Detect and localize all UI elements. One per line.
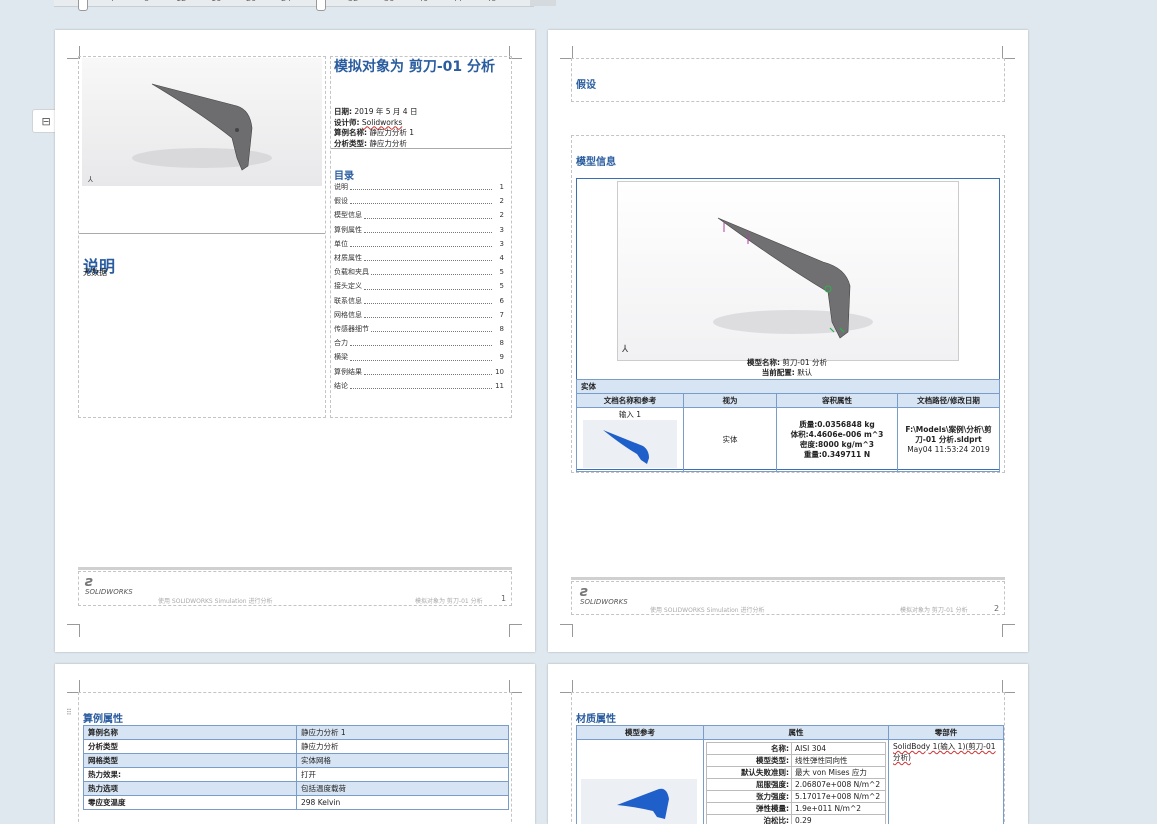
move-handle-icon[interactable]: ⠿ <box>66 708 72 717</box>
treat-as-cell: 实体 <box>684 408 777 472</box>
meta-block: 日期: 2019 年 5 月 4 日 设计师: Solidworks 算例名称:… <box>334 107 417 149</box>
table-row: 热力选项包括温度载荷 <box>84 782 509 796</box>
ruler-mark: 20 <box>246 0 256 3</box>
column-header: 属性 <box>704 726 889 740</box>
column-header: 模型参考 <box>577 726 704 740</box>
page-number: 2 <box>994 604 999 613</box>
model-caption: 模型名称: 剪刀-01 分析 当前配置: 默认 <box>576 358 998 378</box>
solidworks-logo: ƨSOLIDWORKS <box>580 586 628 606</box>
ruler-mark: 16 <box>211 0 221 3</box>
material-table: 模型参考 属性 零部件 名称:AISI 304 模型类型:线性弹性同向性 默认失… <box>576 725 1004 824</box>
doc-cell: 输入 1 <box>577 408 684 472</box>
model-info-title: 模型信息 <box>576 153 616 168</box>
assumptions-title: 假设 <box>576 76 596 91</box>
meta-row: 日期: 2019 年 5 月 4 日 <box>334 107 417 118</box>
ruler-end <box>530 0 556 6</box>
footer-right-text: 模拟对象为 剪刀-01 分析 <box>415 596 483 605</box>
page-title: 模拟对象为 剪刀-01 分析 <box>334 58 504 77</box>
toc-item[interactable]: 横梁9 <box>334 350 504 364</box>
study-props-table: 算例名称静应力分析 1 分析类型静应力分析 网格类型实体网格 热力效果:打开 热… <box>83 725 509 810</box>
description-text: 无数据 <box>83 267 107 278</box>
model-image: ⅄ <box>82 58 322 186</box>
component-cell: SolidBody 1(输入 1)(剪刀-01 分析) <box>889 740 1004 824</box>
toc-item[interactable]: 负载和夹具5 <box>334 265 504 279</box>
footer-rule <box>78 567 512 570</box>
toc-item[interactable]: 传感器细节8 <box>334 322 504 336</box>
model-image: ⅄ <box>617 181 959 361</box>
left-indent-marker[interactable] <box>78 0 88 11</box>
margin-corner <box>1002 624 1015 637</box>
toc-item[interactable]: 算例结果10 <box>334 365 504 379</box>
toc-item[interactable]: 模型信息2 <box>334 208 504 222</box>
column-header: 文档名称和参考 <box>577 394 684 408</box>
layout-icon: ⊟ <box>42 115 51 128</box>
ruler-mark: 48 <box>486 0 496 3</box>
svg-text:⅄: ⅄ <box>87 175 93 184</box>
page-1[interactable]: ⅄ 说明 无数据 模拟对象为 剪刀-01 分析 日期: 2019 年 5 月 4… <box>55 30 535 652</box>
footer-text: 使用 SOLIDWORKS Simulation 进行分析 <box>650 605 765 614</box>
ruler-mark: 40 <box>418 0 428 3</box>
page-2[interactable]: 假设 模型信息 ⅄ 模型名称: 剪刀-01 分析 当前配置: 默认 实体 文档名… <box>548 30 1028 652</box>
toc-item[interactable]: 算例属性3 <box>334 223 504 237</box>
toc-item[interactable]: 单位3 <box>334 237 504 251</box>
ruler-mark: 4 <box>109 0 114 3</box>
column-header: 文档路径/修改日期 <box>898 394 1000 408</box>
toc-item[interactable]: 网格信息7 <box>334 308 504 322</box>
table-row: 零应变温度298 Kelvin <box>84 796 509 810</box>
toc-item[interactable]: 接头定义5 <box>334 279 504 293</box>
divider <box>79 233 325 234</box>
toc-item[interactable]: 材质属性4 <box>334 251 504 265</box>
page-3[interactable]: ⠿ 算例属性 算例名称静应力分析 1 分析类型静应力分析 网格类型实体网格 热力… <box>55 664 535 824</box>
meta-row: 算例名称: 静应力分析 1 <box>334 128 417 139</box>
horizontal-ruler[interactable]: 4 8 12 16 20 24 32 36 40 44 48 <box>54 0 534 7</box>
ruler-mark: 44 <box>452 0 462 3</box>
footer-rule <box>571 577 1005 580</box>
page-4[interactable]: 材质属性 模型参考 属性 零部件 名称:AISI 304 模型类型:线性弹性同向… <box>548 664 1028 824</box>
toc-item[interactable]: 联系信息6 <box>334 294 504 308</box>
table-row: 分析类型静应力分析 <box>84 740 509 754</box>
material-title: 材质属性 <box>576 710 616 725</box>
footer-right-text: 模拟对象为 剪刀-01 分析 <box>900 605 968 614</box>
page-number: 1 <box>501 594 506 603</box>
properties-cell: 名称:AISI 304 模型类型:线性弹性同向性 默认失败准则:最大 von M… <box>704 740 889 824</box>
margin-corner <box>67 624 80 637</box>
ruler-mark: 32 <box>348 0 358 3</box>
part-thumbnail <box>577 759 697 824</box>
ruler-mark: 36 <box>384 0 394 3</box>
assumptions-box <box>571 58 1005 102</box>
toc: 说明1 假设2 模型信息2 算例属性3 单位3 材质属性4 负载和夹具5 接头定… <box>334 180 504 393</box>
table-row: 名称:AISI 304 模型类型:线性弹性同向性 默认失败准则:最大 von M… <box>577 740 1004 824</box>
column-header: 视为 <box>684 394 777 408</box>
study-props-title: 算例属性 <box>83 710 123 725</box>
solid-bodies-header: 实体 <box>577 380 1000 394</box>
right-indent-marker[interactable] <box>316 0 326 11</box>
solid-bodies-table: 实体 文档名称和参考 视为 容积属性 文档路径/修改日期 输入 1 实体 质量:… <box>576 379 1000 472</box>
table-row: 算例名称静应力分析 1 <box>84 726 509 740</box>
part-thumbnail <box>583 420 677 468</box>
solidworks-logo: ƨSOLIDWORKS <box>85 576 133 596</box>
margin-corner <box>560 624 573 637</box>
footer-text: 使用 SOLIDWORKS Simulation 进行分析 <box>158 596 273 605</box>
ruler-mark: 8 <box>144 0 149 3</box>
model-ref-cell <box>577 740 704 824</box>
meta-row: 分析类型: 静应力分析 <box>334 139 417 150</box>
table-row: 网格类型实体网格 <box>84 754 509 768</box>
volume-props-cell: 质量:0.0356848 kg 体积:4.4606e-006 m^3 密度:80… <box>777 408 898 472</box>
path-cell: F:\Models\案例\分析\剪刀-01 分析.sldprt May04 11… <box>898 408 1000 472</box>
table-row: 热力效果:打开 <box>84 768 509 782</box>
ruler-mark: 12 <box>176 0 186 3</box>
toc-item[interactable]: 合力8 <box>334 336 504 350</box>
doc-name: 输入 1 <box>581 409 679 420</box>
column-header: 容积属性 <box>777 394 898 408</box>
toc-item[interactable]: 假设2 <box>334 194 504 208</box>
meta-row: 设计师: Solidworks <box>334 118 417 129</box>
toc-item[interactable]: 结论11 <box>334 379 504 393</box>
ruler-mark: 24 <box>281 0 291 3</box>
svg-text:⅄: ⅄ <box>622 344 629 355</box>
toc-item[interactable]: 说明1 <box>334 180 504 194</box>
margin-corner <box>509 624 522 637</box>
column-header: 零部件 <box>889 726 1004 740</box>
table-row: 输入 1 实体 质量:0.0356848 kg 体积:4.4606e-006 m… <box>577 408 1000 472</box>
